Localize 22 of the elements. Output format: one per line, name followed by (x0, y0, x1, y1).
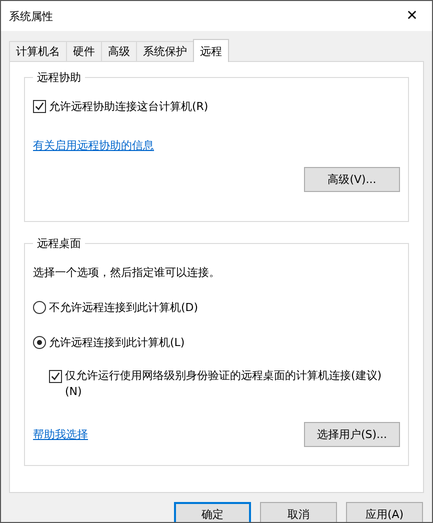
checkbox-label: 仅允许运行使用网络级别身份验证的远程桌面的计算机连接(建议)(N) (65, 368, 383, 400)
radio-label: 允许远程连接到此计算机(L) (49, 335, 185, 350)
dialog-button[interactable]: 确定 (174, 502, 251, 522)
instruction-text: 选择一个选项，然后指定谁可以连接。 (33, 265, 221, 280)
help-link[interactable]: 帮助我选择 (33, 427, 88, 442)
close-button[interactable]: ✕ (392, 1, 432, 31)
checkbox[interactable] (49, 370, 62, 383)
checkbox[interactable] (33, 100, 46, 113)
info-link[interactable]: 有关启用远程协助的信息 (33, 138, 154, 153)
select-users-button[interactable]: 选择用户(S)... (304, 422, 400, 447)
dialog-button[interactable]: 应用(A) (346, 502, 423, 522)
radio-button[interactable] (33, 336, 46, 349)
tab[interactable]: 远程 (193, 39, 229, 62)
group-title: 远程桌面 (36, 236, 82, 251)
checkbox-label: 允许远程协助连接这台计算机(R) (49, 99, 208, 114)
group-title: 远程协助 (36, 70, 82, 85)
tab[interactable]: 计算机名 (9, 41, 67, 61)
advanced-button[interactable]: 高级(V)... (304, 167, 400, 192)
radio-button[interactable] (33, 301, 46, 314)
radio-label: 不允许远程连接到此计算机(D) (49, 300, 198, 315)
window-title: 系统属性 (9, 8, 53, 24)
dialog-button[interactable]: 取消 (260, 502, 337, 522)
